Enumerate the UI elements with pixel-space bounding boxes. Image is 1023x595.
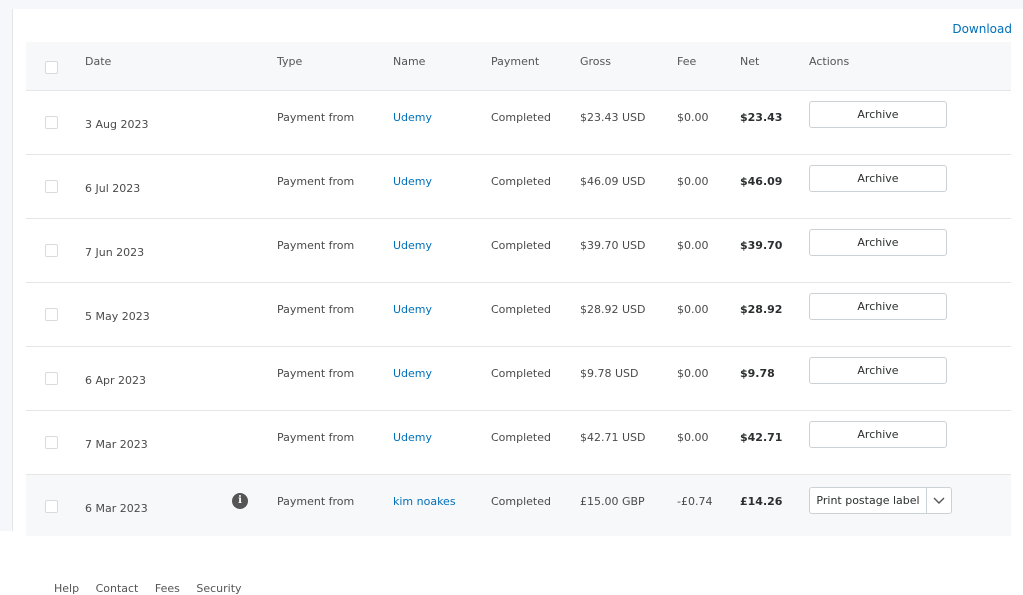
left-rail (0, 9, 13, 531)
row-checkbox[interactable] (45, 372, 58, 385)
row-name-link[interactable]: Udemy (393, 303, 432, 316)
row-date: 6 Apr 2023 (85, 374, 147, 387)
row-gross: $46.09 USD (580, 175, 646, 188)
row-gross: $23.43 USD (580, 111, 646, 124)
footer-link-security[interactable]: Security (196, 582, 241, 595)
row-name-link[interactable]: Udemy (393, 175, 432, 188)
row-payment-status: Completed (491, 367, 551, 380)
footer-link-help[interactable]: Help (54, 582, 79, 595)
row-payment-status: Completed (491, 303, 551, 316)
row-net: $46.09 (740, 175, 783, 188)
column-header-name: Name (393, 55, 426, 68)
archive-button[interactable]: Archive (809, 101, 947, 128)
footer-link-contact[interactable]: Contact (96, 582, 139, 595)
print-postage-label-split-button: Print postage label (809, 487, 952, 514)
table-row[interactable]: 6 Apr 2023 Payment from Udemy Completed … (26, 347, 1011, 411)
row-payment-status: Completed (491, 175, 551, 188)
table-row[interactable]: 6 Jul 2023 Payment from Udemy Completed … (26, 155, 1011, 219)
row-payment-status: Completed (491, 431, 551, 444)
row-checkbox[interactable] (45, 436, 58, 449)
column-header-fee: Fee (677, 55, 697, 68)
row-payment-status: Completed (491, 111, 551, 124)
row-checkbox[interactable] (45, 244, 58, 257)
column-header-actions: Actions (809, 55, 850, 68)
row-type: Payment from (277, 111, 355, 124)
row-checkbox[interactable] (45, 116, 58, 129)
row-fee: $0.00 (677, 239, 709, 252)
row-checkbox[interactable] (45, 180, 58, 193)
row-fee: $0.00 (677, 303, 709, 316)
download-link[interactable]: Download (952, 22, 1012, 36)
row-date: 5 May 2023 (85, 310, 150, 323)
archive-button[interactable]: Archive (809, 293, 947, 320)
table-header: Date Type Name Payment Gross Fee Net Act… (26, 42, 1011, 91)
row-date: 6 Mar 2023 (85, 502, 148, 515)
chevron-down-icon[interactable] (926, 488, 951, 513)
row-payment-status: Completed (491, 239, 551, 252)
row-type: Payment from (277, 495, 355, 508)
row-type: Payment from (277, 303, 355, 316)
top-background (0, 0, 1023, 9)
row-checkbox[interactable] (45, 308, 58, 321)
row-name-link[interactable]: kim noakes (393, 495, 456, 508)
table-row[interactable]: 5 May 2023 Payment from Udemy Completed … (26, 283, 1011, 347)
row-gross: £15.00 GBP (580, 495, 645, 508)
info-icon[interactable]: i (232, 493, 248, 509)
column-header-date[interactable]: Date (85, 55, 111, 68)
archive-button[interactable]: Archive (809, 357, 947, 384)
row-fee: $0.00 (677, 175, 709, 188)
row-net: £14.26 (740, 495, 783, 508)
archive-button[interactable]: Archive (809, 165, 947, 192)
row-name-link[interactable]: Udemy (393, 431, 432, 444)
transactions-table: Date Type Name Payment Gross Fee Net Act… (26, 42, 1011, 536)
row-type: Payment from (277, 431, 355, 444)
row-type: Payment from (277, 175, 355, 188)
row-net: $23.43 (740, 111, 783, 124)
row-payment-status: Completed (491, 495, 551, 508)
column-header-net: Net (740, 55, 760, 68)
row-date: 7 Jun 2023 (85, 246, 145, 259)
column-header-type: Type (277, 55, 303, 68)
row-type: Payment from (277, 239, 355, 252)
row-fee: $0.00 (677, 111, 709, 124)
row-date: 6 Jul 2023 (85, 182, 141, 195)
table-row[interactable]: 7 Jun 2023 Payment from Udemy Completed … (26, 219, 1011, 283)
row-fee: $0.00 (677, 367, 709, 380)
table-row[interactable]: 3 Aug 2023 Payment from Udemy Completed … (26, 91, 1011, 155)
row-fee: -£0.74 (677, 495, 713, 508)
row-gross: $9.78 USD (580, 367, 639, 380)
row-name-link[interactable]: Udemy (393, 239, 432, 252)
column-header-gross: Gross (580, 55, 611, 68)
select-all-checkbox[interactable] (45, 61, 58, 74)
row-name-link[interactable]: Udemy (393, 111, 432, 124)
column-header-payment: Payment (491, 55, 540, 68)
footer-links: Help Contact Fees Security (54, 582, 255, 595)
row-net: $9.78 (740, 367, 775, 380)
row-date: 3 Aug 2023 (85, 118, 149, 131)
row-date: 7 Mar 2023 (85, 438, 148, 451)
row-gross: $42.71 USD (580, 431, 646, 444)
table-row[interactable]: 6 Mar 2023 i Payment from kim noakes Com… (26, 475, 1011, 536)
row-checkbox[interactable] (45, 500, 58, 513)
table-row[interactable]: 7 Mar 2023 Payment from Udemy Completed … (26, 411, 1011, 475)
print-postage-label-button[interactable]: Print postage label (810, 488, 926, 513)
row-fee: $0.00 (677, 431, 709, 444)
archive-button[interactable]: Archive (809, 229, 947, 256)
row-net: $28.92 (740, 303, 783, 316)
row-gross: $39.70 USD (580, 239, 646, 252)
row-gross: $28.92 USD (580, 303, 646, 316)
row-type: Payment from (277, 367, 355, 380)
row-net: $42.71 (740, 431, 783, 444)
row-name-link[interactable]: Udemy (393, 367, 432, 380)
archive-button[interactable]: Archive (809, 421, 947, 448)
row-net: $39.70 (740, 239, 783, 252)
footer-link-fees[interactable]: Fees (155, 582, 180, 595)
